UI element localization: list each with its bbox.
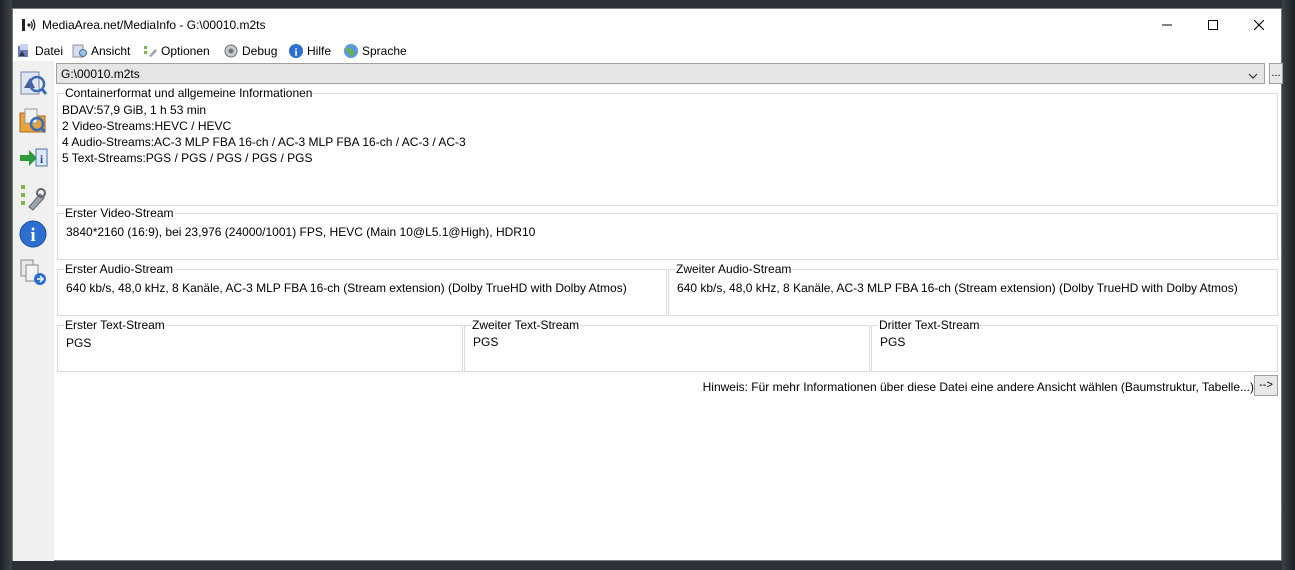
open-folder-button[interactable] [16,103,50,137]
menu-ansicht[interactable]: Ansicht [72,43,130,59]
general-info-line: 4 Audio-Streams:AC-3 MLP FBA 16-ch / AC-… [62,135,466,149]
general-info-line: 5 Text-Streams:PGS / PGS / PGS / PGS / P… [62,151,313,165]
sprache-icon [343,43,359,59]
maximize-button[interactable] [1190,9,1236,40]
window-title: MediaArea.net/MediaInfo - G:\00010.m2ts [42,18,266,32]
hilfe-icon: i [288,43,304,59]
menu-sprache[interactable]: Sprache [343,43,407,59]
ansicht-icon [72,43,88,59]
text-stream-3-group: Dritter Text-Stream PGS [871,318,1278,372]
chevron-down-icon [1248,69,1258,83]
text-stream-2-group: Zweiter Text-Stream PGS [464,318,870,372]
text-stream-3-text: PGS [880,335,906,349]
menu-bar: Datei Ansicht Optionen Debug i Hilfe Spr… [13,40,1281,61]
general-info-line: 2 Video-Streams:HEVC / HEVC [62,119,232,133]
text-stream-2-text: PGS [473,335,499,349]
minimize-button[interactable] [1144,9,1190,40]
about-icon: i [19,220,47,248]
minimize-icon [1162,24,1172,25]
video-stream-legend: Erster Video-Stream [64,206,175,220]
general-info-line: BDAV:57,9 GiB, 1 h 53 min [62,103,207,117]
audio-stream-1-text: 640 kb/s, 48,0 kHz, 8 Kanäle, AC-3 MLP F… [66,281,627,295]
menu-hilfe-label: Hilfe [307,44,332,58]
next-view-button[interactable]: --> [1254,375,1278,396]
open-folder-icon [19,108,47,134]
compare-icon [20,259,46,285]
audio-stream-1-group: Erster Audio-Stream 640 kb/s, 48,0 kHz, … [57,262,667,316]
text-stream-1-text: PGS [66,336,92,350]
datei-icon [16,43,32,59]
text-stream-2-legend: Zweiter Text-Stream [471,318,581,332]
export-icon: i [20,148,48,167]
file-select-value: G:\00010.m2ts [61,67,140,81]
preferences-button[interactable] [16,179,50,213]
about-button[interactable]: i [16,217,50,251]
desktop-background-right [1282,0,1295,570]
file-select[interactable]: G:\00010.m2ts [56,63,1265,84]
svg-text:i: i [30,225,35,246]
debug-icon [223,43,239,59]
general-info-legend: Containerformat und allgemeine Informati… [64,86,314,100]
view-hint-text: Hinweis: Für mehr Informationen über die… [702,380,1254,394]
open-file-icon [20,71,48,95]
optionen-icon [142,43,158,59]
open-file-button[interactable] [16,65,50,99]
video-stream-group: Erster Video-Stream 3840*2160 (16:9), be… [57,206,1278,260]
browse-button[interactable]: ... [1269,63,1283,84]
menu-hilfe[interactable]: i Hilfe [288,43,331,59]
audio-stream-1-legend: Erster Audio-Stream [64,262,175,276]
compare-button[interactable] [16,255,50,289]
mediainfo-window: MediaArea.net/MediaInfo - G:\00010.m2ts … [12,8,1283,561]
export-button[interactable]: i [16,141,50,175]
menu-debug-label: Debug [242,44,278,58]
video-stream-text: 3840*2160 (16:9), bei 23,976 (24000/1001… [66,225,536,239]
text-stream-1-group: Erster Text-Stream PGS [57,318,463,372]
text-stream-3-legend: Dritter Text-Stream [878,318,981,332]
audio-stream-2-text: 640 kb/s, 48,0 kHz, 8 Kanäle, AC-3 MLP F… [677,281,1238,295]
preferences-icon [21,185,46,211]
menu-ansicht-label: Ansicht [91,44,131,58]
menu-datei[interactable]: Datei [16,43,63,59]
close-button[interactable] [1236,9,1282,40]
menu-debug[interactable]: Debug [223,43,277,59]
menu-sprache-label: Sprache [362,44,407,58]
close-icon [1254,19,1264,30]
title-bar: MediaArea.net/MediaInfo - G:\00010.m2ts [13,9,1281,40]
text-stream-1-legend: Erster Text-Stream [64,318,166,332]
audio-stream-2-legend: Zweiter Audio-Stream [675,262,793,276]
menu-datei-label: Datei [35,44,64,58]
desktop-background-left [0,0,12,570]
general-info-group: Containerformat und allgemeine Informati… [57,86,1278,206]
menu-optionen-label: Optionen [161,44,210,58]
menu-optionen[interactable]: Optionen [142,43,210,59]
maximize-icon [1208,19,1218,30]
svg-text:i: i [294,47,297,59]
audio-stream-2-group: Zweiter Audio-Stream 640 kb/s, 48,0 kHz,… [668,262,1278,316]
left-toolbar: i i [13,61,54,561]
mediainfo-app-icon [21,17,37,33]
